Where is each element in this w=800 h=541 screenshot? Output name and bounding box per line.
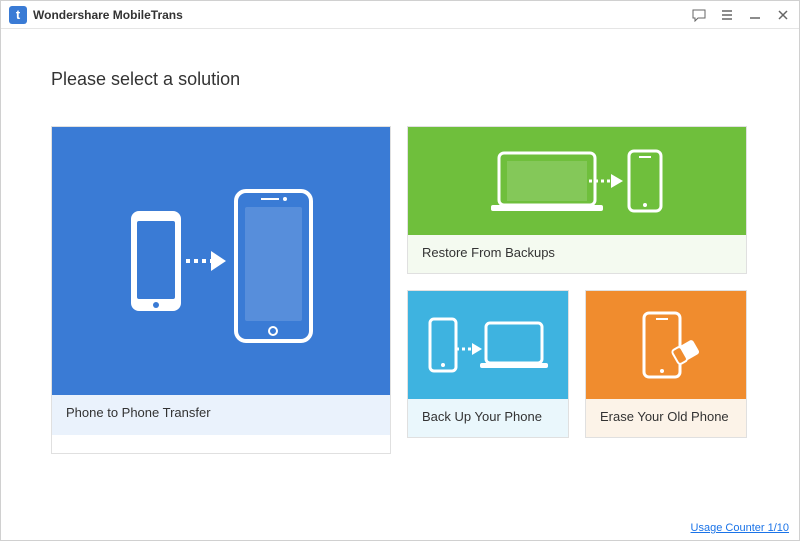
- usage-counter-link[interactable]: Usage Counter 1/10: [691, 522, 789, 534]
- app-logo-icon: [9, 6, 27, 24]
- minimize-button[interactable]: [747, 7, 763, 23]
- phone-to-phone-icon: [52, 127, 390, 395]
- main-content: Please select a solution: [1, 29, 799, 466]
- footer: Usage Counter 1/10: [691, 522, 789, 534]
- restore-label: Restore From Backups: [408, 235, 746, 273]
- window-controls: [691, 7, 791, 23]
- phone-to-phone-label: Phone to Phone Transfer: [52, 395, 390, 435]
- phone-to-phone-card[interactable]: Phone to Phone Transfer: [51, 126, 391, 454]
- close-button[interactable]: [775, 7, 791, 23]
- solutions-grid: Phone to Phone Transfer: [51, 126, 749, 454]
- erase-icon: [586, 291, 746, 399]
- app-title: Wondershare MobileTrans: [33, 8, 183, 22]
- backup-card[interactable]: Back Up Your Phone: [407, 290, 569, 438]
- backup-icon: [408, 291, 568, 399]
- erase-card[interactable]: Erase Your Old Phone: [585, 290, 747, 438]
- feedback-icon[interactable]: [691, 7, 707, 23]
- page-heading: Please select a solution: [51, 69, 749, 90]
- backup-label: Back Up Your Phone: [408, 399, 568, 437]
- erase-label: Erase Your Old Phone: [586, 399, 746, 437]
- restore-icon: [408, 127, 746, 235]
- menu-icon[interactable]: [719, 7, 735, 23]
- titlebar: Wondershare MobileTrans: [1, 1, 799, 29]
- restore-card[interactable]: Restore From Backups: [407, 126, 747, 274]
